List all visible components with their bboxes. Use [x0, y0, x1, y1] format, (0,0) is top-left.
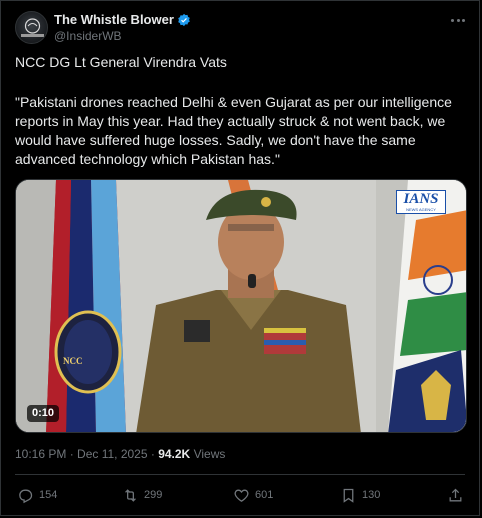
share-button[interactable]	[447, 485, 469, 505]
bookmark-count: 130	[362, 489, 381, 501]
tweet-text-title: NCC DG Lt General Virendra Vats	[15, 54, 227, 70]
repost-icon	[125, 488, 136, 502]
tweet-header: The Whistle Blower @InsiderWB	[15, 9, 465, 49]
meta-separator: ·	[147, 447, 159, 461]
more-icon[interactable]	[451, 13, 465, 27]
watermark-subtext: NEWS AGENCY	[406, 207, 436, 212]
name-row: The Whistle Blower	[54, 12, 191, 27]
video-frame	[16, 180, 466, 432]
repost-count: 299	[144, 489, 163, 501]
repost-button[interactable]: 299	[122, 485, 162, 505]
views-count[interactable]: 94.2K	[158, 447, 190, 461]
avatar[interactable]	[15, 11, 48, 44]
avatar-logo-icon	[21, 18, 44, 37]
divider	[15, 474, 465, 475]
video-duration: 0:10	[27, 405, 60, 422]
bookmark-icon	[343, 488, 354, 503]
tweet-card: The Whistle Blower @InsiderWB NCC DG Lt …	[0, 0, 480, 516]
video-player[interactable]: IANS NEWS AGENCY NCC 0:10	[15, 179, 467, 433]
like-button[interactable]: 601	[233, 485, 273, 505]
watermark-logo: IANS NEWS AGENCY	[396, 190, 446, 214]
views-label: Views	[190, 447, 226, 461]
ncc-emblem-text: NCC	[63, 356, 83, 366]
tweet-text-quote: "Pakistani drones reached Delhi & even G…	[15, 94, 452, 167]
heart-icon	[234, 489, 249, 502]
handle[interactable]: @InsiderWB	[54, 29, 122, 43]
bookmark-button[interactable]: 130	[340, 485, 380, 505]
verified-badge-icon	[178, 13, 190, 26]
watermark-text: IANS	[403, 191, 439, 207]
share-icon	[449, 488, 462, 501]
reply-count: 154	[39, 489, 58, 501]
tweet-meta: 10:16 PM · Dec 11, 2025 · 94.2K Views	[15, 447, 225, 461]
timestamp[interactable]: 10:16 PM · Dec 11, 2025	[15, 447, 148, 461]
display-name[interactable]: The Whistle Blower	[54, 12, 174, 27]
reply-icon	[19, 489, 33, 503]
action-bar: 154 299 601 130	[15, 485, 467, 507]
like-count: 601	[255, 489, 274, 501]
reply-button[interactable]: 154	[17, 485, 57, 505]
